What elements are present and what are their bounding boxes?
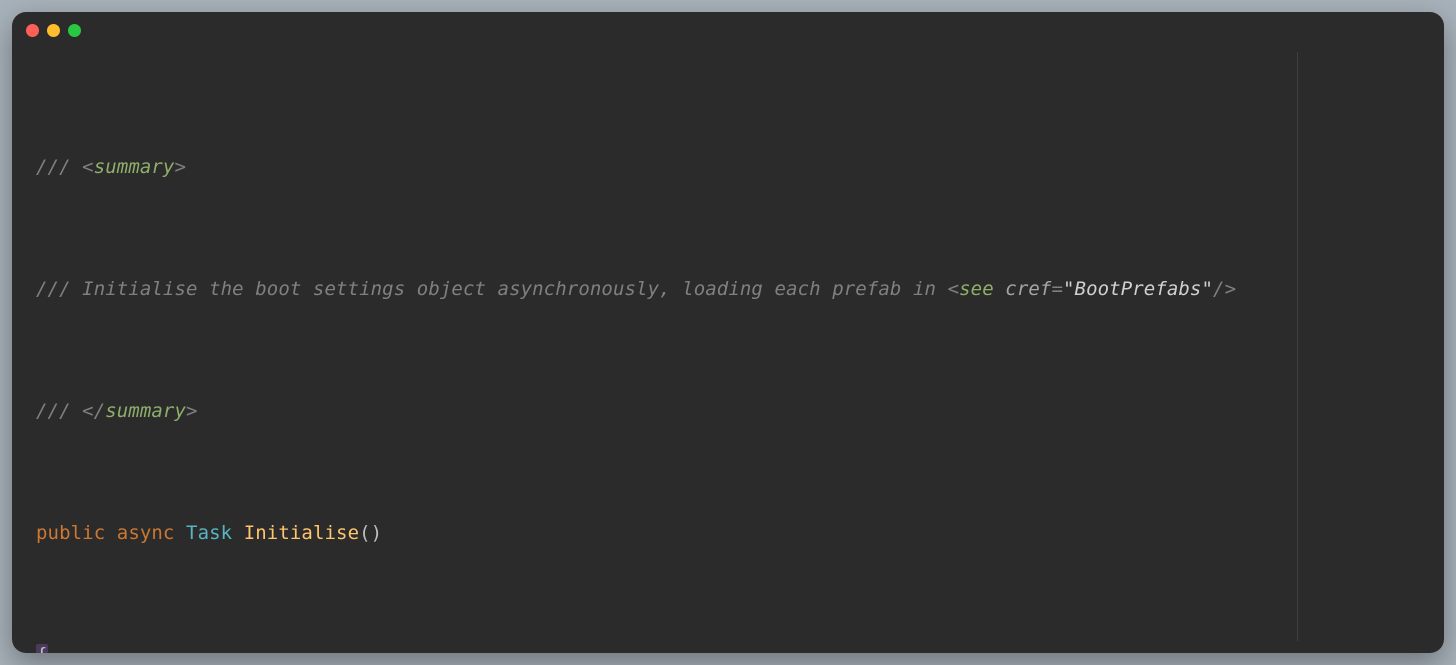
code-line: /// </summary> xyxy=(36,396,1432,427)
code-line: public async Task Initialise() xyxy=(36,518,1432,549)
code-line: { xyxy=(36,640,1432,654)
code-line: /// <summary> xyxy=(36,152,1432,183)
minimize-icon[interactable] xyxy=(47,24,60,37)
titlebar xyxy=(12,12,1444,48)
code-line: /// Initialise the boot settings object … xyxy=(36,274,1432,305)
close-icon[interactable] xyxy=(26,24,39,37)
zoom-icon[interactable] xyxy=(68,24,81,37)
code-editor-window: /// <summary> /// Initialise the boot se… xyxy=(12,12,1444,653)
code-editor[interactable]: /// <summary> /// Initialise the boot se… xyxy=(12,52,1444,653)
